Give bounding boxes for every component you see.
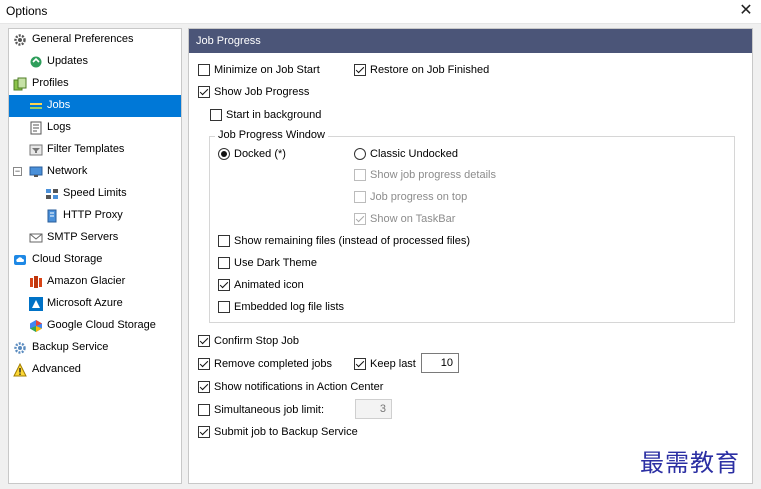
tree-item-filter-templates[interactable]: Filter Templates — [9, 139, 181, 161]
profiles-icon — [13, 77, 27, 91]
tree-item-label: Cloud Storage — [32, 253, 103, 265]
tree-item-label: Updates — [47, 55, 88, 67]
logs-icon — [30, 121, 42, 135]
window-title: Options — [6, 4, 48, 18]
tree-item-google-cloud-storage[interactable]: Google Cloud Storage — [9, 315, 181, 337]
jobs-icon — [30, 103, 42, 109]
cloud-icon — [14, 255, 26, 265]
checkbox-label: Simultaneous job limit: — [214, 404, 325, 416]
tree-item-network[interactable]: − Network — [9, 161, 181, 183]
tree-item-amazon-glacier[interactable]: Amazon Glacier — [9, 271, 181, 293]
checkbox-label: Show notifications in Action Center — [214, 381, 384, 393]
azure-icon — [29, 297, 43, 311]
checkbox-box[interactable] — [210, 109, 222, 121]
tree-item-label: Microsoft Azure — [47, 297, 123, 309]
tree-item-jobs[interactable]: Jobs — [9, 95, 181, 117]
tree-item-label: Speed Limits — [63, 187, 127, 199]
checkbox-label: Show Job Progress — [214, 86, 310, 98]
close-icon[interactable]: ✕ — [731, 0, 761, 24]
tree-item-cloud-storage[interactable]: Cloud Storage — [9, 249, 181, 271]
checkbox-label: Restore on Job Finished — [370, 64, 490, 76]
panel-title: Job Progress — [189, 29, 752, 53]
gear-icon — [14, 34, 26, 46]
radio-button[interactable] — [218, 148, 230, 160]
checkbox-box[interactable] — [198, 358, 210, 370]
proxy-icon — [47, 209, 57, 223]
warning-icon — [13, 363, 27, 377]
checkbox-label: Job progress on top — [370, 191, 468, 203]
backup-service-icon — [14, 342, 26, 354]
glacier-icon — [30, 276, 42, 288]
speed-icon — [46, 189, 58, 199]
radio-label: Classic Undocked — [370, 148, 459, 160]
checkbox-box[interactable] — [198, 381, 210, 393]
tree-item-backup-service[interactable]: Backup Service — [9, 337, 181, 359]
gcloud-icon — [30, 320, 42, 332]
checkbox-box[interactable] — [354, 358, 366, 370]
checkbox-label: Remove completed jobs — [214, 358, 333, 370]
checkbox-label: Keep last — [370, 358, 416, 370]
checkbox-box[interactable] — [198, 64, 210, 76]
tree-item-label: Amazon Glacier — [47, 275, 126, 287]
tree-item-label: Network — [47, 165, 88, 177]
tree-item-label: Profiles — [32, 77, 69, 89]
tree-item-label: HTTP Proxy — [63, 209, 123, 221]
checkbox-box[interactable] — [354, 213, 366, 225]
checkbox-box[interactable] — [354, 64, 366, 76]
tree-item-label: Google Cloud Storage — [47, 319, 156, 331]
tree-item-http-proxy[interactable]: HTTP Proxy — [9, 205, 181, 227]
checkbox-label: Submit job to Backup Service — [214, 426, 358, 438]
checkbox-box[interactable] — [218, 279, 230, 291]
checkbox-box[interactable] — [198, 335, 210, 347]
tree-item-advanced[interactable]: Advanced — [9, 359, 181, 381]
collapse-icon[interactable]: − — [13, 167, 22, 176]
checkbox-label: Show remaining files (instead of process… — [234, 235, 471, 247]
radio-label: Docked (*) — [234, 148, 286, 160]
job-progress-window-group — [209, 136, 735, 323]
tree-item-logs[interactable]: Logs — [9, 117, 181, 139]
update-icon — [30, 56, 42, 68]
checkbox-label: Show on TaskBar — [370, 213, 456, 225]
checkbox-label: Start in background — [226, 109, 322, 121]
tree-item-label: Backup Service — [32, 341, 109, 353]
watermark: 最需教育 — [640, 449, 740, 477]
keep-last-input[interactable]: 10 — [421, 353, 459, 373]
checkbox-box[interactable] — [198, 86, 210, 98]
checkbox-label: Show job progress details — [370, 169, 496, 181]
checkbox-box[interactable] — [198, 426, 210, 438]
tree-item-general-preferences[interactable]: General Preferences — [9, 29, 181, 51]
checkbox-box[interactable] — [198, 404, 210, 416]
tree-item-profiles[interactable]: Profiles — [9, 73, 181, 95]
tree-item-label: Logs — [47, 121, 71, 133]
tree-item-label: Advanced — [32, 363, 81, 375]
mail-icon — [29, 233, 43, 243]
checkbox-box[interactable] — [218, 235, 230, 247]
checkbox-box[interactable] — [218, 257, 230, 269]
tree-item-microsoft-azure[interactable]: Microsoft Azure — [9, 293, 181, 315]
tree-item-label: SMTP Servers — [47, 231, 119, 243]
checkbox-label: Minimize on Job Start — [214, 64, 320, 76]
radio-button[interactable] — [354, 148, 366, 160]
tree-item-label: Jobs — [47, 99, 71, 111]
tree-item-label: General Preferences — [32, 33, 134, 45]
checkbox-label: Embedded log file lists — [234, 301, 345, 313]
filter-icon — [29, 144, 43, 156]
network-icon — [29, 166, 43, 177]
checkbox-label: Animated icon — [234, 279, 304, 291]
tree-item-updates[interactable]: Updates — [9, 51, 181, 73]
checkbox-box[interactable] — [218, 301, 230, 313]
group-title: Job Progress Window — [215, 129, 328, 141]
simultaneous-job-limit-input[interactable]: 3 — [355, 399, 392, 419]
checkbox-box[interactable] — [354, 191, 366, 203]
tree-item-label: Filter Templates — [47, 143, 125, 155]
checkbox-label: Confirm Stop Job — [214, 335, 299, 347]
options-tree[interactable]: General Preferences Updates Profiles Job… — [8, 28, 182, 484]
tree-item-smtp-servers[interactable]: SMTP Servers — [9, 227, 181, 249]
title-bar: Options ✕ — [0, 0, 761, 24]
tree-item-speed-limits[interactable]: Speed Limits — [9, 183, 181, 205]
checkbox-box[interactable] — [354, 169, 366, 181]
checkbox-label: Use Dark Theme — [234, 257, 317, 269]
job-progress-panel: Job Progress Minimize on Job Start Resto… — [188, 28, 753, 484]
